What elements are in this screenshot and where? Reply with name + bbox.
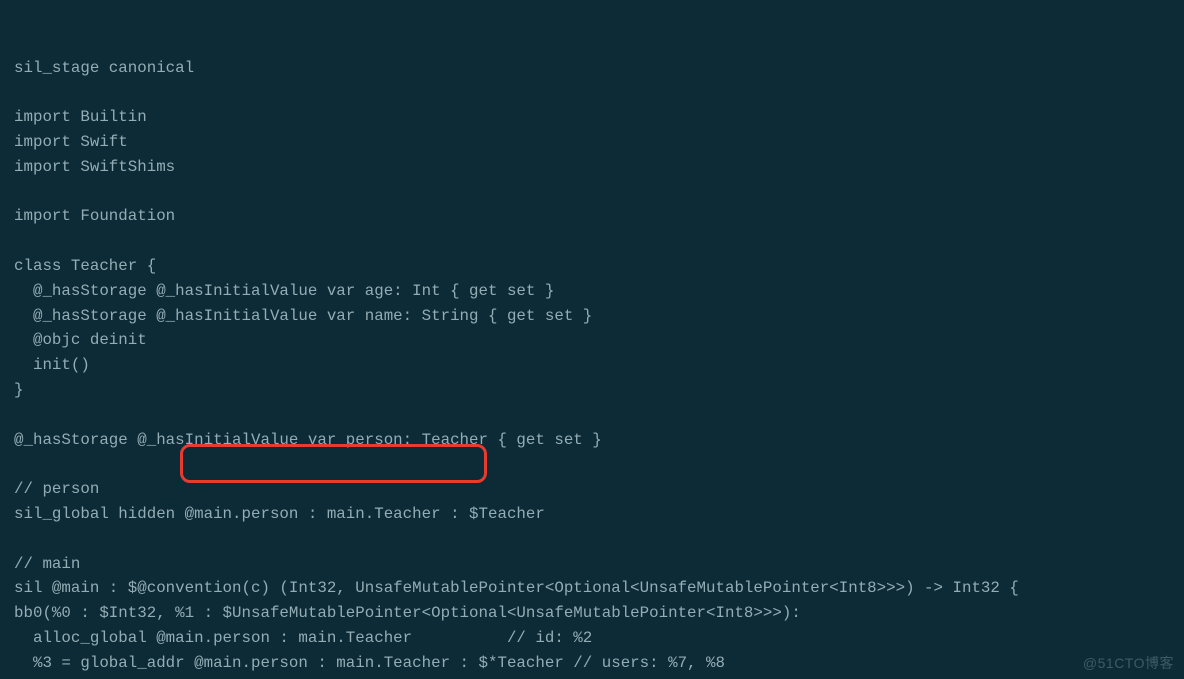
code-line (14, 180, 1184, 205)
code-line (14, 452, 1184, 477)
code-editor: sil_stage canonicalimport Builtinimport … (0, 0, 1184, 679)
code-line: sil_global hidden @main.person : main.Te… (14, 502, 1184, 527)
code-line: @objc deinit (14, 328, 1184, 353)
code-line: %4 = metatype $@thick Teacher.Type // us… (14, 676, 1184, 679)
code-line (14, 527, 1184, 552)
code-line: alloc_global @main.person : main.Teacher… (14, 626, 1184, 651)
code-line: @_hasStorage @_hasInitialValue var age: … (14, 279, 1184, 304)
code-line: import SwiftShims (14, 155, 1184, 180)
code-line: sil_stage canonical (14, 56, 1184, 81)
code-line: import Foundation (14, 204, 1184, 229)
code-line: // main (14, 552, 1184, 577)
code-line: class Teacher { (14, 254, 1184, 279)
code-line (14, 403, 1184, 428)
code-line (14, 229, 1184, 254)
code-line: sil @main : $@convention(c) (Int32, Unsa… (14, 576, 1184, 601)
code-line (14, 80, 1184, 105)
code-line: bb0(%0 : $Int32, %1 : $UnsafeMutablePoin… (14, 601, 1184, 626)
code-line: // person (14, 477, 1184, 502)
code-line: } (14, 378, 1184, 403)
code-line: @_hasStorage @_hasInitialValue var perso… (14, 428, 1184, 453)
code-line: import Swift (14, 130, 1184, 155)
code-lines-container: sil_stage canonicalimport Builtinimport … (14, 56, 1184, 679)
code-line: %3 = global_addr @main.person : main.Tea… (14, 651, 1184, 676)
code-line: init() (14, 353, 1184, 378)
code-line: import Builtin (14, 105, 1184, 130)
code-line: @_hasStorage @_hasInitialValue var name:… (14, 304, 1184, 329)
watermark-text: @51CTO博客 (1083, 653, 1174, 673)
